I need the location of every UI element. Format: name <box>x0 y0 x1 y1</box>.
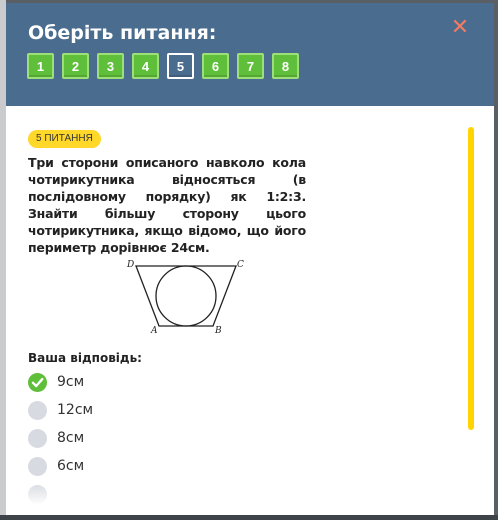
question-nav-button-8[interactable]: 8 <box>272 53 299 79</box>
answer-option-1[interactable]: 9см <box>28 371 84 393</box>
modal-header: Оберіть питання: ✕ 1 2 3 4 5 6 7 8 <box>6 3 494 106</box>
trapezoid-figure: D C A B <box>126 260 244 336</box>
radio-icon <box>28 428 47 448</box>
checkmark-icon <box>28 372 47 392</box>
question-modal: Оберіть питання: ✕ 1 2 3 4 5 6 7 8 5 ПИТ… <box>6 3 494 515</box>
question-nav-button-1[interactable]: 1 <box>27 53 54 79</box>
question-nav-button-7[interactable]: 7 <box>237 53 264 79</box>
answer-label: Ваша відповідь: <box>28 351 142 365</box>
question-nav-button-5[interactable]: 5 <box>167 53 194 79</box>
question-nav: 1 2 3 4 5 6 7 8 <box>27 53 307 79</box>
answer-option-text: 9см <box>57 374 85 390</box>
answer-option-2[interactable]: 12см <box>28 399 93 421</box>
answer-option-text: 12см <box>57 402 94 418</box>
question-nav-button-6[interactable]: 6 <box>202 53 229 79</box>
bottom-fade <box>6 483 494 515</box>
radio-icon <box>28 400 47 420</box>
question-nav-button-2[interactable]: 2 <box>62 53 89 79</box>
close-icon[interactable]: ✕ <box>450 17 470 39</box>
radio-icon <box>28 456 47 476</box>
modal-title: Оберіть питання: <box>28 22 217 44</box>
answer-option-4[interactable]: 6см <box>28 455 84 477</box>
bottom-edge <box>0 515 498 520</box>
answer-option-3[interactable]: 8см <box>28 427 84 449</box>
question-text: Три сторони описаного навколо кола чотир… <box>28 155 306 255</box>
trapezoid-shape <box>135 265 237 327</box>
vertex-label-a: A <box>150 326 158 336</box>
scrollbar[interactable] <box>468 127 474 430</box>
answer-option-text: 8см <box>57 430 85 446</box>
question-nav-button-3[interactable]: 3 <box>97 53 124 79</box>
vertex-label-d: D <box>126 260 134 270</box>
question-number-badge: 5 ПИТАННЯ <box>28 130 101 148</box>
question-content: 5 ПИТАННЯ Три сторони описаного навколо … <box>6 106 494 515</box>
question-nav-button-4[interactable]: 4 <box>132 53 159 79</box>
inscribed-circle <box>155 265 217 327</box>
vertex-label-c: C <box>237 260 244 270</box>
vertex-label-b: B <box>214 326 222 336</box>
answer-option-text: 6см <box>57 458 85 474</box>
